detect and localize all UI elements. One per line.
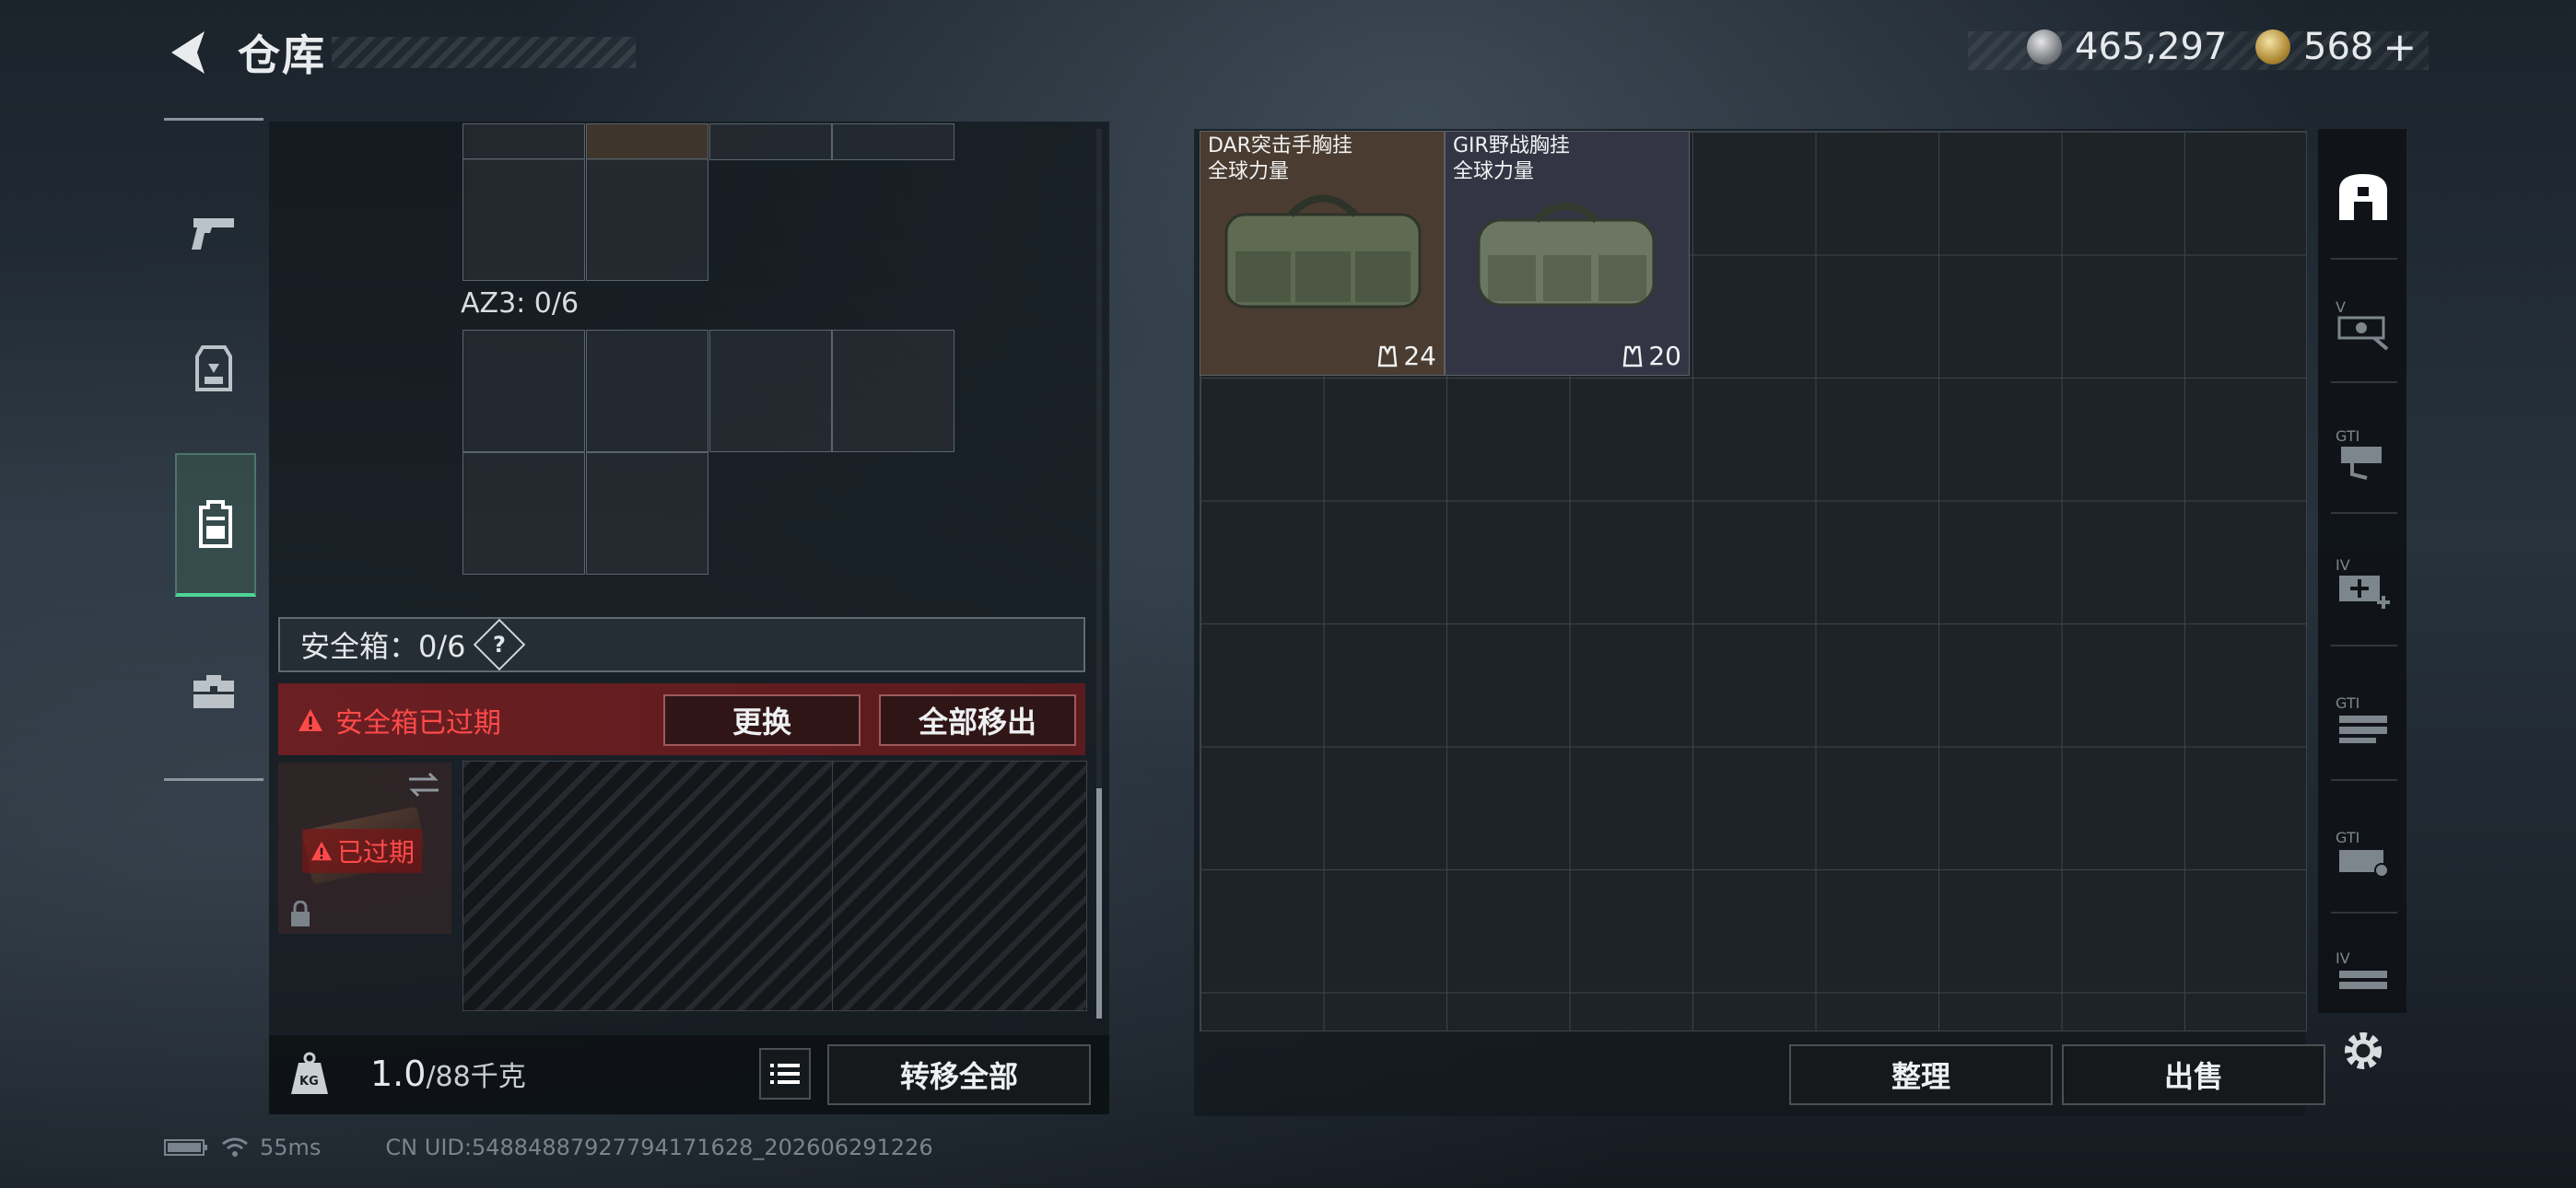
nav-item-armor[interactable] xyxy=(175,300,252,438)
gold-coin-icon xyxy=(2255,29,2290,64)
vest-icon xyxy=(1622,345,1643,367)
tab-containers[interactable]: GTI xyxy=(2329,821,2397,890)
svg-text:GTI: GTI xyxy=(2336,829,2359,846)
list-view-button[interactable] xyxy=(759,1048,811,1100)
lock-icon xyxy=(291,901,310,926)
item-count: 20 xyxy=(1622,341,1681,371)
svg-text:GTI: GTI xyxy=(2336,694,2359,712)
attachment-tab-icon: GTI xyxy=(2336,427,2382,480)
tab-misc[interactable]: IV xyxy=(2329,949,2397,1004)
nav-item-weapons[interactable] xyxy=(175,164,252,302)
uid: CN UID:548848879277941716​28_20260629122… xyxy=(385,1135,933,1160)
safe-box-label: 安全箱：0/6 xyxy=(300,629,466,664)
duffel-bag-image xyxy=(1224,194,1422,309)
misc-tab-icon: IV xyxy=(2336,949,2387,989)
az3-slot[interactable] xyxy=(586,330,708,452)
tab-weapons[interactable]: V xyxy=(2329,291,2397,359)
swap-icon[interactable] xyxy=(405,770,442,799)
silver-currency: 465,297 xyxy=(2027,22,2227,72)
nav-item-toolbox[interactable] xyxy=(175,623,252,761)
category-nav xyxy=(164,118,263,781)
weapon-tab-icon: V xyxy=(2336,298,2389,351)
container-tab-icon: GTI xyxy=(2336,829,2389,878)
settings-button[interactable] xyxy=(2329,1017,2397,1085)
az3-capacity-label: AZ3: 0/6 xyxy=(461,287,580,320)
container-slot[interactable] xyxy=(709,123,832,160)
gold-amount: 568 xyxy=(2303,26,2374,68)
item-name: GIR野战胸挂 全球力量 xyxy=(1453,134,1570,183)
page-title: 仓库 xyxy=(238,30,326,80)
ammo-tab-icon: GTI xyxy=(2336,694,2387,743)
list-icon xyxy=(770,1064,800,1084)
svg-text:IV: IV xyxy=(2336,556,2350,574)
sell-button[interactable]: 出售 xyxy=(2062,1044,2325,1105)
container-slot[interactable] xyxy=(463,123,585,160)
az3-slot[interactable] xyxy=(832,330,954,452)
wifi-icon xyxy=(222,1137,248,1157)
weight-readout: 1.0/88千克 xyxy=(370,1054,526,1094)
svg-text:IV: IV xyxy=(2336,949,2350,967)
container-slot[interactable] xyxy=(463,158,585,281)
battery-icon xyxy=(164,1139,207,1156)
warning-icon xyxy=(310,841,333,861)
backpack-icon xyxy=(199,500,232,548)
weight-value: 1.0 xyxy=(370,1054,427,1094)
storage-icon xyxy=(2339,174,2387,220)
gold-add-icon[interactable]: + xyxy=(2383,24,2417,71)
duffel-bag-image xyxy=(1477,203,1656,307)
back-arrow-icon[interactable] xyxy=(164,28,210,77)
transfer-all-button[interactable]: 转移全部 xyxy=(827,1044,1091,1105)
help-icon[interactable]: ? xyxy=(473,618,525,671)
silver-coin-icon xyxy=(2027,29,2062,64)
svg-text:GTI: GTI xyxy=(2336,427,2359,445)
svg-text:KG: KG xyxy=(299,1075,319,1089)
tab-attachments[interactable]: GTI xyxy=(2329,420,2397,488)
pistol-icon xyxy=(192,218,234,250)
container-slot[interactable] xyxy=(586,158,708,281)
az3-slot[interactable] xyxy=(709,330,832,452)
item-count: 24 xyxy=(1377,341,1436,371)
safe-box-item[interactable]: 已过期 xyxy=(278,763,451,934)
nav-item-backpack[interactable] xyxy=(175,453,256,597)
az3-slot[interactable] xyxy=(463,452,585,575)
safe-box-grid[interactable] xyxy=(463,761,1087,1011)
sort-button[interactable]: 整理 xyxy=(1789,1044,2053,1105)
warehouse-item-dar-vest[interactable]: DAR突击手胸挂 全球力量 24 xyxy=(1200,131,1445,376)
weight-icon: KG xyxy=(291,1052,328,1094)
az3-slot[interactable] xyxy=(586,452,708,575)
warning-icon xyxy=(299,709,322,731)
medical-tab-icon: IV xyxy=(2336,556,2390,609)
warehouse-item-gir-vest[interactable]: GIR野战胸挂 全球力量 20 xyxy=(1445,131,1690,376)
container-slot[interactable] xyxy=(586,123,708,160)
expired-warning: 安全箱已过期 xyxy=(297,700,501,740)
expired-badge: 已过期 xyxy=(302,829,423,873)
scrollbar-thumb[interactable] xyxy=(1096,788,1102,1019)
status-bar: 55ms CN UID:548848879277941716​28_202606… xyxy=(164,1135,933,1160)
gear-icon xyxy=(2345,1032,2382,1069)
az3-slot[interactable] xyxy=(463,330,585,452)
tab-all-storage[interactable] xyxy=(2329,162,2397,230)
item-name: DAR突击手胸挂 全球力量 xyxy=(1208,134,1352,183)
vest-icon xyxy=(1377,345,1398,367)
armor-icon xyxy=(195,345,232,391)
gold-currency[interactable]: 568 + xyxy=(2255,22,2417,72)
toolbox-icon xyxy=(193,675,234,708)
replace-button[interactable]: 更换 xyxy=(663,694,861,746)
ping: 55ms xyxy=(260,1135,322,1160)
safe-box-header: 安全箱：0/6 ? xyxy=(278,617,1085,672)
remove-all-button[interactable]: 全部移出 xyxy=(879,694,1076,746)
svg-text:V: V xyxy=(2336,298,2346,316)
tab-medical[interactable]: IV xyxy=(2329,549,2397,617)
silver-amount: 465,297 xyxy=(2075,26,2228,68)
weight-unit: /88千克 xyxy=(426,1061,526,1093)
container-slot[interactable] xyxy=(832,123,954,160)
title-stripe xyxy=(332,37,636,68)
tab-ammo[interactable]: GTI xyxy=(2329,687,2397,755)
